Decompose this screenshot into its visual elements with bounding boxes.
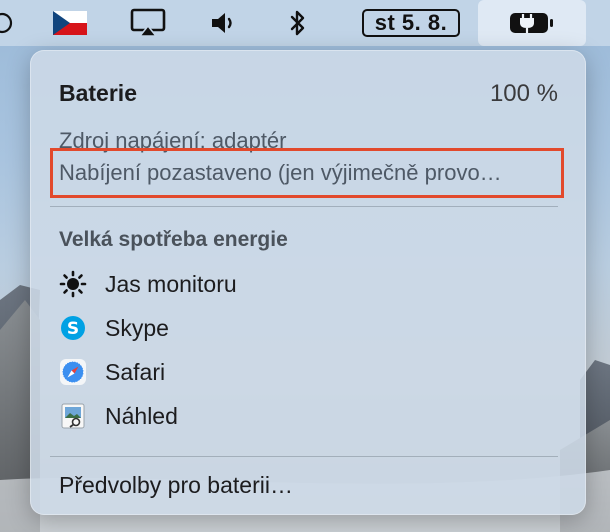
partial-icon — [0, 0, 14, 46]
battery-charging-icon[interactable] — [478, 0, 586, 46]
battery-menu: Baterie 100 % Zdroj napájení: adaptér Na… — [30, 50, 586, 515]
preview-icon — [59, 402, 87, 430]
app-name: Náhled — [105, 402, 178, 429]
brightness-icon — [59, 270, 87, 298]
app-item-brightness[interactable]: Jas monitoru — [59, 268, 558, 300]
menu-bar: st 5. 8. — [0, 0, 610, 46]
battery-title: Baterie — [59, 80, 137, 106]
bluetooth-icon[interactable] — [283, 0, 313, 46]
app-item-skype[interactable]: S Skype — [59, 312, 558, 344]
highlight-annotation — [50, 148, 564, 198]
app-item-safari[interactable]: Safari — [59, 356, 558, 388]
svg-text:S: S — [67, 319, 79, 339]
app-item-preview[interactable]: Náhled — [59, 400, 558, 432]
app-name: Jas monitoru — [105, 270, 237, 297]
menu-divider — [50, 206, 558, 207]
skype-icon: S — [59, 314, 87, 342]
app-name: Skype — [105, 314, 169, 341]
czech-flag-icon[interactable] — [52, 0, 88, 46]
date-clock[interactable]: st 5. 8. — [362, 9, 460, 37]
airplay-icon[interactable] — [128, 0, 168, 46]
menu-divider — [50, 456, 558, 457]
desktop: st 5. 8. Baterie 100 % Zdroj napájení: a… — [0, 0, 610, 532]
app-name: Safari — [105, 358, 166, 385]
battery-preferences-item[interactable]: Předvolby pro baterii… — [59, 472, 558, 499]
battery-percent: 100 % — [489, 80, 558, 107]
battery-header: Baterie 100 % — [59, 80, 558, 108]
speaker-icon[interactable] — [206, 0, 242, 46]
safari-icon — [59, 358, 87, 386]
energy-heading: Velká spotřeba energie — [59, 228, 288, 251]
